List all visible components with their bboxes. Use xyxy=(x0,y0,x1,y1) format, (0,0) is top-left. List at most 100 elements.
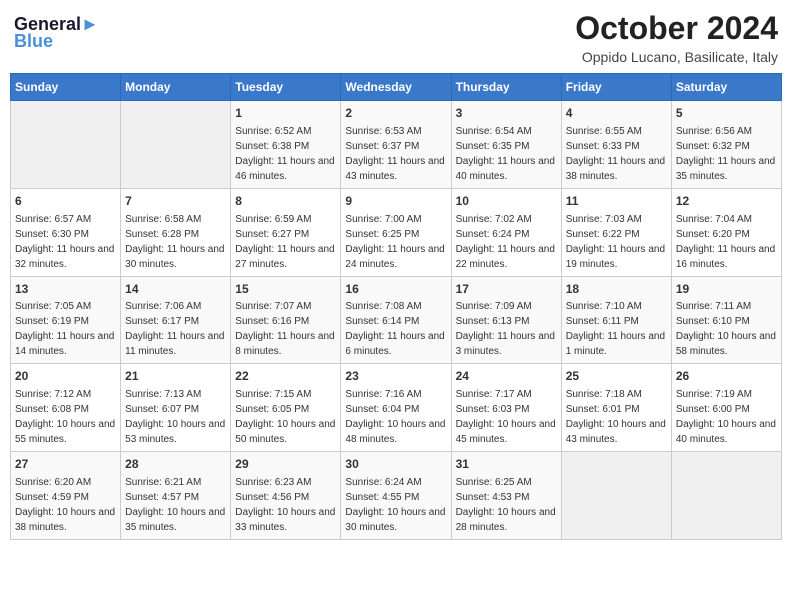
day-detail: Sunrise: 7:05 AM Sunset: 6:19 PM Dayligh… xyxy=(15,299,116,359)
calendar-cell: 21 Sunrise: 7:13 AM Sunset: 6:07 PM Dayli… xyxy=(121,364,231,452)
day-number: 16 xyxy=(345,281,446,298)
calendar-cell: 16Sunrise: 7:08 AM Sunset: 6:14 PM Dayli… xyxy=(341,276,451,364)
calendar-cell: 29 Sunrise: 6:23 AM Sunset: 4:56 PM Dayli… xyxy=(231,452,341,540)
day-number: 18 xyxy=(566,281,667,298)
calendar-cell: 1 Sunrise: 6:52 AM Sunset: 6:38 PM Daylig… xyxy=(231,101,341,189)
day-detail: Sunrise: 7:00 AM Sunset: 6:25 PM Dayligh… xyxy=(345,212,446,272)
day-number: 26 xyxy=(676,368,777,385)
calendar-cell: 3 Sunrise: 6:54 AM Sunset: 6:35 PM Daylig… xyxy=(451,101,561,189)
day-detail: Sunrise: 6:52 AM Sunset: 6:38 PM Dayligh… xyxy=(235,124,336,184)
calendar-cell: 22 Sunrise: 7:15 AM Sunset: 6:05 PM Dayli… xyxy=(231,364,341,452)
day-detail: Sunrise: 7:07 AM Sunset: 6:16 PM Dayligh… xyxy=(235,299,336,359)
day-detail: Sunrise: 6:58 AM Sunset: 6:28 PM Dayligh… xyxy=(125,212,226,272)
day-number: 5 xyxy=(676,105,777,122)
calendar-cell: 7 Sunrise: 6:58 AM Sunset: 6:28 PM Daylig… xyxy=(121,188,231,276)
day-number: 24 xyxy=(456,368,557,385)
day-detail: Sunrise: 7:06 AM Sunset: 6:17 PM Dayligh… xyxy=(125,299,226,359)
day-number: 12 xyxy=(676,193,777,210)
page-header: General► Blue October 2024 Oppido Lucano… xyxy=(10,10,782,65)
day-detail: Sunrise: 7:11 AM Sunset: 6:10 PM Dayligh… xyxy=(676,299,777,359)
calendar-cell: 30 Sunrise: 6:24 AM Sunset: 4:55 PM Dayli… xyxy=(341,452,451,540)
day-number: 28 xyxy=(125,456,226,473)
calendar-cell: 28 Sunrise: 6:21 AM Sunset: 4:57 PM Dayli… xyxy=(121,452,231,540)
day-detail: Sunrise: 6:53 AM Sunset: 6:37 PM Dayligh… xyxy=(345,124,446,184)
day-number: 20 xyxy=(15,368,116,385)
day-detail: Sunrise: 7:02 AM Sunset: 6:24 PM Dayligh… xyxy=(456,212,557,272)
calendar-cell: 15Sunrise: 7:07 AM Sunset: 6:16 PM Dayli… xyxy=(231,276,341,364)
calendar-cell: 26 Sunrise: 7:19 AM Sunset: 6:00 PM Dayli… xyxy=(671,364,781,452)
day-number: 7 xyxy=(125,193,226,210)
day-detail: Sunrise: 7:15 AM Sunset: 6:05 PM Dayligh… xyxy=(235,387,336,447)
day-header-saturday: Saturday xyxy=(671,74,781,101)
calendar-cell: 12 Sunrise: 7:04 AM Sunset: 6:20 PM Dayli… xyxy=(671,188,781,276)
calendar-cell: 24 Sunrise: 7:17 AM Sunset: 6:03 PM Dayli… xyxy=(451,364,561,452)
day-detail: Sunrise: 7:10 AM Sunset: 6:11 PM Dayligh… xyxy=(566,299,667,359)
month-title: October 2024 xyxy=(575,10,778,47)
day-number: 23 xyxy=(345,368,446,385)
calendar-cell: 19Sunrise: 7:11 AM Sunset: 6:10 PM Dayli… xyxy=(671,276,781,364)
day-detail: Sunrise: 6:54 AM Sunset: 6:35 PM Dayligh… xyxy=(456,124,557,184)
day-detail: Sunrise: 7:18 AM Sunset: 6:01 PM Dayligh… xyxy=(566,387,667,447)
day-number: 3 xyxy=(456,105,557,122)
calendar-cell: 2Sunrise: 6:53 AM Sunset: 6:37 PM Daylig… xyxy=(341,101,451,189)
day-header-friday: Friday xyxy=(561,74,671,101)
calendar-cell: 13Sunrise: 7:05 AM Sunset: 6:19 PM Dayli… xyxy=(11,276,121,364)
day-detail: Sunrise: 7:04 AM Sunset: 6:20 PM Dayligh… xyxy=(676,212,777,272)
day-detail: Sunrise: 6:24 AM Sunset: 4:55 PM Dayligh… xyxy=(345,475,446,535)
day-number: 27 xyxy=(15,456,116,473)
day-detail: Sunrise: 7:09 AM Sunset: 6:13 PM Dayligh… xyxy=(456,299,557,359)
location-subtitle: Oppido Lucano, Basilicate, Italy xyxy=(575,49,778,65)
calendar-cell: 25 Sunrise: 7:18 AM Sunset: 6:01 PM Dayli… xyxy=(561,364,671,452)
day-detail: Sunrise: 6:21 AM Sunset: 4:57 PM Dayligh… xyxy=(125,475,226,535)
day-number: 19 xyxy=(676,281,777,298)
day-detail: Sunrise: 7:19 AM Sunset: 6:00 PM Dayligh… xyxy=(676,387,777,447)
day-header-tuesday: Tuesday xyxy=(231,74,341,101)
calendar-cell: 17Sunrise: 7:09 AM Sunset: 6:13 PM Dayli… xyxy=(451,276,561,364)
day-detail: Sunrise: 7:12 AM Sunset: 6:08 PM Dayligh… xyxy=(15,387,116,447)
calendar-cell: 23 Sunrise: 7:16 AM Sunset: 6:04 PM Dayli… xyxy=(341,364,451,452)
logo-text-blue: Blue xyxy=(14,31,99,52)
day-number: 30 xyxy=(345,456,446,473)
calendar-cell: 27 Sunrise: 6:20 AM Sunset: 4:59 PM Dayli… xyxy=(11,452,121,540)
day-number: 31 xyxy=(456,456,557,473)
calendar-cell xyxy=(561,452,671,540)
day-number: 8 xyxy=(235,193,336,210)
calendar-cell xyxy=(671,452,781,540)
day-number: 4 xyxy=(566,105,667,122)
day-detail: Sunrise: 6:25 AM Sunset: 4:53 PM Dayligh… xyxy=(456,475,557,535)
day-number: 25 xyxy=(566,368,667,385)
day-number: 13 xyxy=(15,281,116,298)
logo: General► Blue xyxy=(14,14,99,52)
day-detail: Sunrise: 7:16 AM Sunset: 6:04 PM Dayligh… xyxy=(345,387,446,447)
day-number: 29 xyxy=(235,456,336,473)
day-detail: Sunrise: 6:23 AM Sunset: 4:56 PM Dayligh… xyxy=(235,475,336,535)
calendar-cell: 6 Sunrise: 6:57 AM Sunset: 6:30 PM Daylig… xyxy=(11,188,121,276)
day-header-sunday: Sunday xyxy=(11,74,121,101)
calendar-table: SundayMondayTuesdayWednesdayThursdayFrid… xyxy=(10,73,782,540)
day-detail: Sunrise: 6:56 AM Sunset: 6:32 PM Dayligh… xyxy=(676,124,777,184)
calendar-cell: 9Sunrise: 7:00 AM Sunset: 6:25 PM Daylig… xyxy=(341,188,451,276)
day-detail: Sunrise: 7:13 AM Sunset: 6:07 PM Dayligh… xyxy=(125,387,226,447)
day-number: 22 xyxy=(235,368,336,385)
calendar-cell: 8Sunrise: 6:59 AM Sunset: 6:27 PM Daylig… xyxy=(231,188,341,276)
day-detail: Sunrise: 6:20 AM Sunset: 4:59 PM Dayligh… xyxy=(15,475,116,535)
day-detail: Sunrise: 6:57 AM Sunset: 6:30 PM Dayligh… xyxy=(15,212,116,272)
day-detail: Sunrise: 7:17 AM Sunset: 6:03 PM Dayligh… xyxy=(456,387,557,447)
calendar-cell xyxy=(121,101,231,189)
calendar-cell: 4Sunrise: 6:55 AM Sunset: 6:33 PM Daylig… xyxy=(561,101,671,189)
day-number: 10 xyxy=(456,193,557,210)
day-number: 6 xyxy=(15,193,116,210)
day-header-monday: Monday xyxy=(121,74,231,101)
calendar-cell: 14Sunrise: 7:06 AM Sunset: 6:17 PM Dayli… xyxy=(121,276,231,364)
calendar-cell: 11 Sunrise: 7:03 AM Sunset: 6:22 PM Dayli… xyxy=(561,188,671,276)
day-detail: Sunrise: 7:08 AM Sunset: 6:14 PM Dayligh… xyxy=(345,299,446,359)
calendar-cell: 10 Sunrise: 7:02 AM Sunset: 6:24 PM Dayli… xyxy=(451,188,561,276)
day-number: 11 xyxy=(566,193,667,210)
day-number: 1 xyxy=(235,105,336,122)
calendar-cell: 18Sunrise: 7:10 AM Sunset: 6:11 PM Dayli… xyxy=(561,276,671,364)
title-block: October 2024 Oppido Lucano, Basilicate, … xyxy=(575,10,778,65)
day-detail: Sunrise: 7:03 AM Sunset: 6:22 PM Dayligh… xyxy=(566,212,667,272)
calendar-cell: 20 Sunrise: 7:12 AM Sunset: 6:08 PM Dayli… xyxy=(11,364,121,452)
day-number: 21 xyxy=(125,368,226,385)
calendar-cell xyxy=(11,101,121,189)
